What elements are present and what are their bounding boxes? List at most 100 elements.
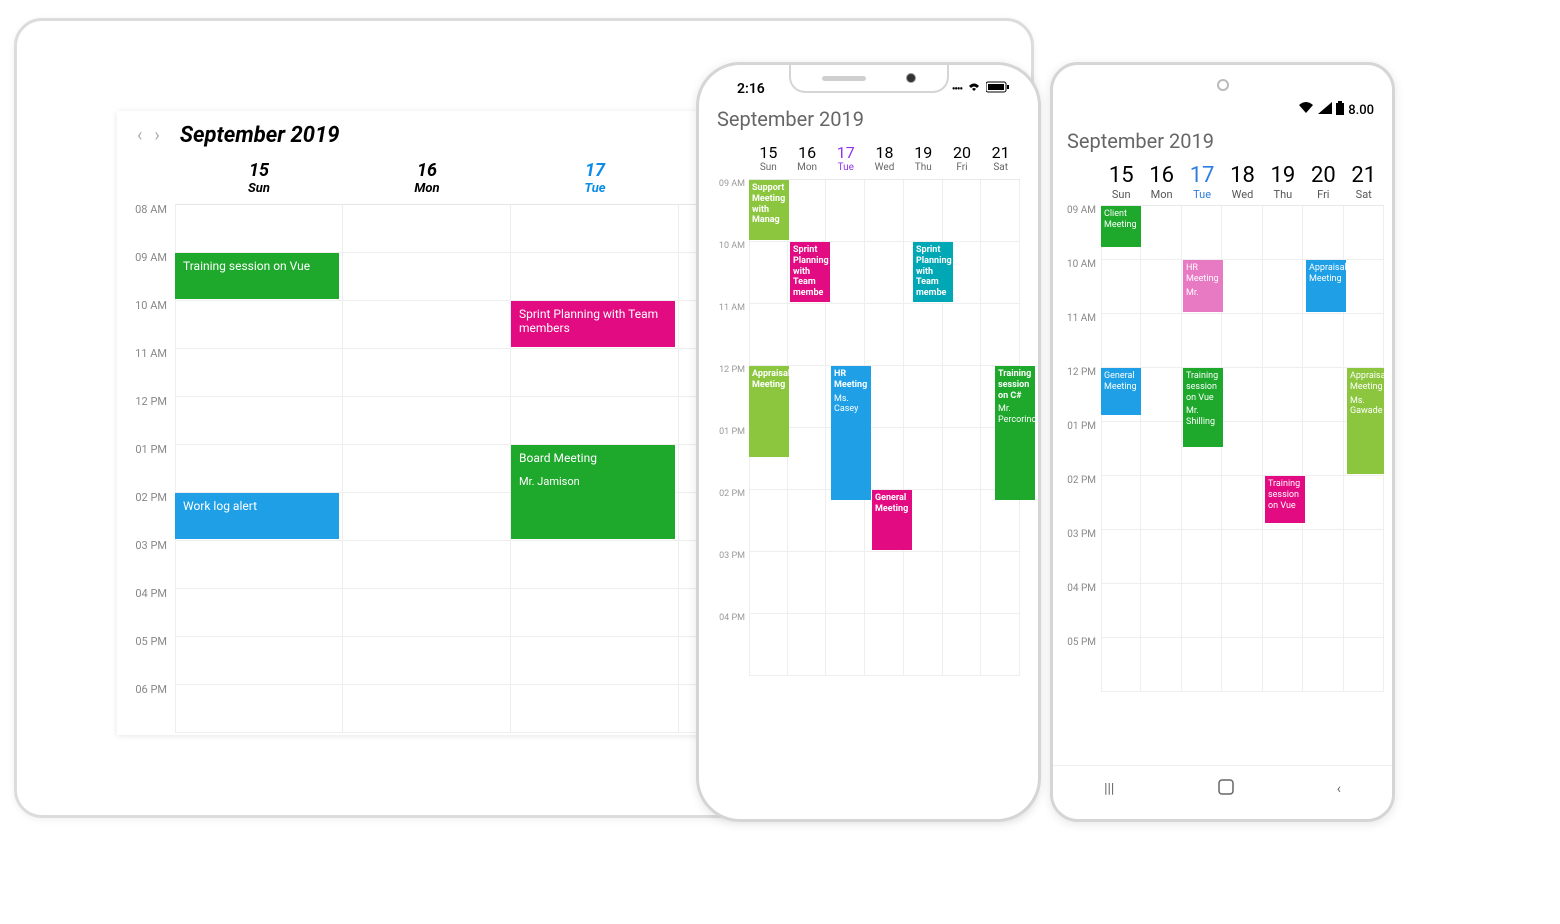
calendar-event[interactable]: General Meeting <box>872 490 912 550</box>
event-subtitle: Mr. Percorino <box>998 404 1032 426</box>
calendar-event[interactable]: Work log alert <box>175 493 339 539</box>
day-header[interactable]: 19Thu <box>1263 163 1303 201</box>
calendar-event[interactable]: Training session on C# Mr. Percorino <box>995 366 1035 500</box>
time-label: 03 PM <box>117 541 175 589</box>
calendar-event[interactable]: Appraisal Meeting <box>1306 260 1346 312</box>
day-number: 17 <box>826 143 865 162</box>
day-header[interactable]: 16Mon <box>788 143 827 173</box>
time-label: 09 AM <box>717 180 749 242</box>
android-day-headers: 15Sun16Mon17Tue18Wed19Thu20Fri21Sat <box>1101 163 1384 201</box>
prev-arrow-icon[interactable]: ‹ <box>135 125 144 146</box>
next-arrow-icon[interactable]: › <box>152 125 161 146</box>
event-subtitle: Ms. Gawade <box>1350 396 1384 418</box>
event-title: Client Meeting <box>1104 209 1137 230</box>
back-button[interactable]: ‹ <box>1337 781 1341 797</box>
event-subtitle: Mr. <box>1186 288 1220 299</box>
day-number: 21 <box>1344 163 1384 188</box>
time-label: 04 PM <box>117 589 175 637</box>
android-times: 09 AM10 AM11 AM12 PM01 PM02 PM03 PM04 PM… <box>1065 206 1101 692</box>
event-title: HR Meeting <box>1186 263 1219 284</box>
time-label: 02 PM <box>717 490 749 552</box>
time-label: 10 AM <box>117 301 175 349</box>
event-subtitle: Ms. Casey <box>834 394 868 416</box>
iphone-day-headers: 15Sun16Mon17Tue18Wed19Thu20Fri21Sat <box>749 143 1020 173</box>
tablet-times: 08 AM09 AM10 AM11 AM12 PM01 PM02 PM03 PM… <box>117 205 175 733</box>
day-header[interactable]: 15Sun <box>1101 163 1141 201</box>
time-label: 12 PM <box>1065 368 1101 422</box>
day-header[interactable]: 20Fri <box>943 143 982 173</box>
day-header[interactable]: 16Mon <box>343 160 511 204</box>
event-title: Appraisal Meeting <box>1350 371 1384 392</box>
calendar-event[interactable]: Sprint Planning with Team membe <box>790 242 830 302</box>
home-button[interactable] <box>1217 778 1235 800</box>
event-title: Work log alert <box>183 499 257 513</box>
cellular-icon: •••• <box>952 84 962 95</box>
event-title: Appraisal Meeting <box>1309 263 1346 284</box>
event-title: Sprint Planning with Team membe <box>916 245 952 298</box>
time-label: 01 PM <box>1065 422 1101 476</box>
day-header[interactable]: 21Sat <box>981 143 1020 173</box>
calendar-event[interactable]: Training session on VueMr. Shilling <box>1183 368 1223 447</box>
event-title: Support Meeting with Manag <box>752 183 785 225</box>
day-header[interactable]: 15Sun <box>175 160 343 204</box>
day-number: 17 <box>511 160 679 181</box>
day-number: 20 <box>1303 163 1343 188</box>
day-header[interactable]: 15Sun <box>749 143 788 173</box>
event-title: Training session on C# <box>998 369 1031 401</box>
status-time: 8.00 <box>1348 103 1374 118</box>
day-header[interactable]: 17Tue <box>826 143 865 173</box>
day-header[interactable]: 16Mon <box>1141 163 1181 201</box>
day-header[interactable]: 17Tue <box>1182 163 1222 201</box>
day-number: 16 <box>343 160 511 181</box>
recent-apps-button[interactable]: ||| <box>1104 781 1114 797</box>
day-name: Tue <box>1182 188 1222 201</box>
calendar-event[interactable]: HR Meeting Ms. Casey <box>831 366 871 500</box>
day-name: Sat <box>981 162 1020 173</box>
day-number: 16 <box>788 143 827 162</box>
time-label: 09 AM <box>1065 206 1101 260</box>
event-title: Training session on Vue <box>1186 371 1218 403</box>
calendar-event[interactable]: Support Meeting with Manag <box>749 180 789 240</box>
iphone-notch <box>789 65 949 93</box>
calendar-event[interactable]: Appraisal Meeting <box>749 366 789 457</box>
calendar-event[interactable]: HR Meeting Mr. <box>1183 260 1223 312</box>
calendar-event[interactable]: Training session on Vue <box>1265 476 1305 523</box>
month-title: September 2019 <box>717 107 1020 131</box>
day-number: 16 <box>1141 163 1181 188</box>
android-frame: 8.00 September 2019 15Sun16Mon17Tue18Wed… <box>1050 62 1395 822</box>
day-header[interactable]: 18Wed <box>1222 163 1262 201</box>
day-number: 18 <box>865 143 904 162</box>
day-header[interactable]: 18Wed <box>865 143 904 173</box>
day-number: 19 <box>1263 163 1303 188</box>
calendar-event[interactable]: Board MeetingMr. Jamison <box>511 445 675 539</box>
calendar-event[interactable]: Sprint Planning with Team members <box>511 301 675 347</box>
event-title: HR Meeting <box>834 369 867 390</box>
cellular-icon <box>1318 102 1332 118</box>
android-grid[interactable]: 09 AM10 AM11 AM12 PM01 PM02 PM03 PM04 PM… <box>1101 205 1384 692</box>
day-name: Mon <box>788 162 827 173</box>
calendar-event[interactable]: Client Meeting <box>1101 206 1141 247</box>
calendar-event[interactable]: Appraisal Meeting Ms. Gawade <box>1347 368 1384 474</box>
time-label: 11 AM <box>717 304 749 366</box>
status-time: 2:16 <box>737 81 765 97</box>
day-name: Mon <box>343 181 511 196</box>
day-header[interactable]: 21Sat <box>1344 163 1384 201</box>
day-name: Sun <box>749 162 788 173</box>
day-number: 20 <box>943 143 982 162</box>
calendar-event[interactable]: Sprint Planning with Team membe <box>913 242 953 302</box>
day-name: Sat <box>1344 188 1384 201</box>
day-name: Sun <box>175 181 343 196</box>
time-label: 02 PM <box>1065 476 1101 530</box>
android-screen: September 2019 15Sun16Mon17Tue18Wed19Thu… <box>1061 125 1384 765</box>
day-header[interactable]: 17Tue <box>511 160 679 204</box>
time-label: 12 PM <box>117 397 175 445</box>
calendar-event[interactable]: General Meeting <box>1101 368 1141 415</box>
iphone-grid[interactable]: 09 AM10 AM11 AM12 PM01 PM02 PM03 PM04 PM… <box>749 179 1020 676</box>
wifi-icon <box>1298 102 1314 118</box>
day-name: Wed <box>1222 188 1262 201</box>
calendar-event[interactable]: Training session on Vue <box>175 253 339 299</box>
time-label: 11 AM <box>117 349 175 397</box>
day-header[interactable]: 20Fri <box>1303 163 1343 201</box>
day-header[interactable]: 19Thu <box>904 143 943 173</box>
time-label: 04 PM <box>1065 584 1101 638</box>
